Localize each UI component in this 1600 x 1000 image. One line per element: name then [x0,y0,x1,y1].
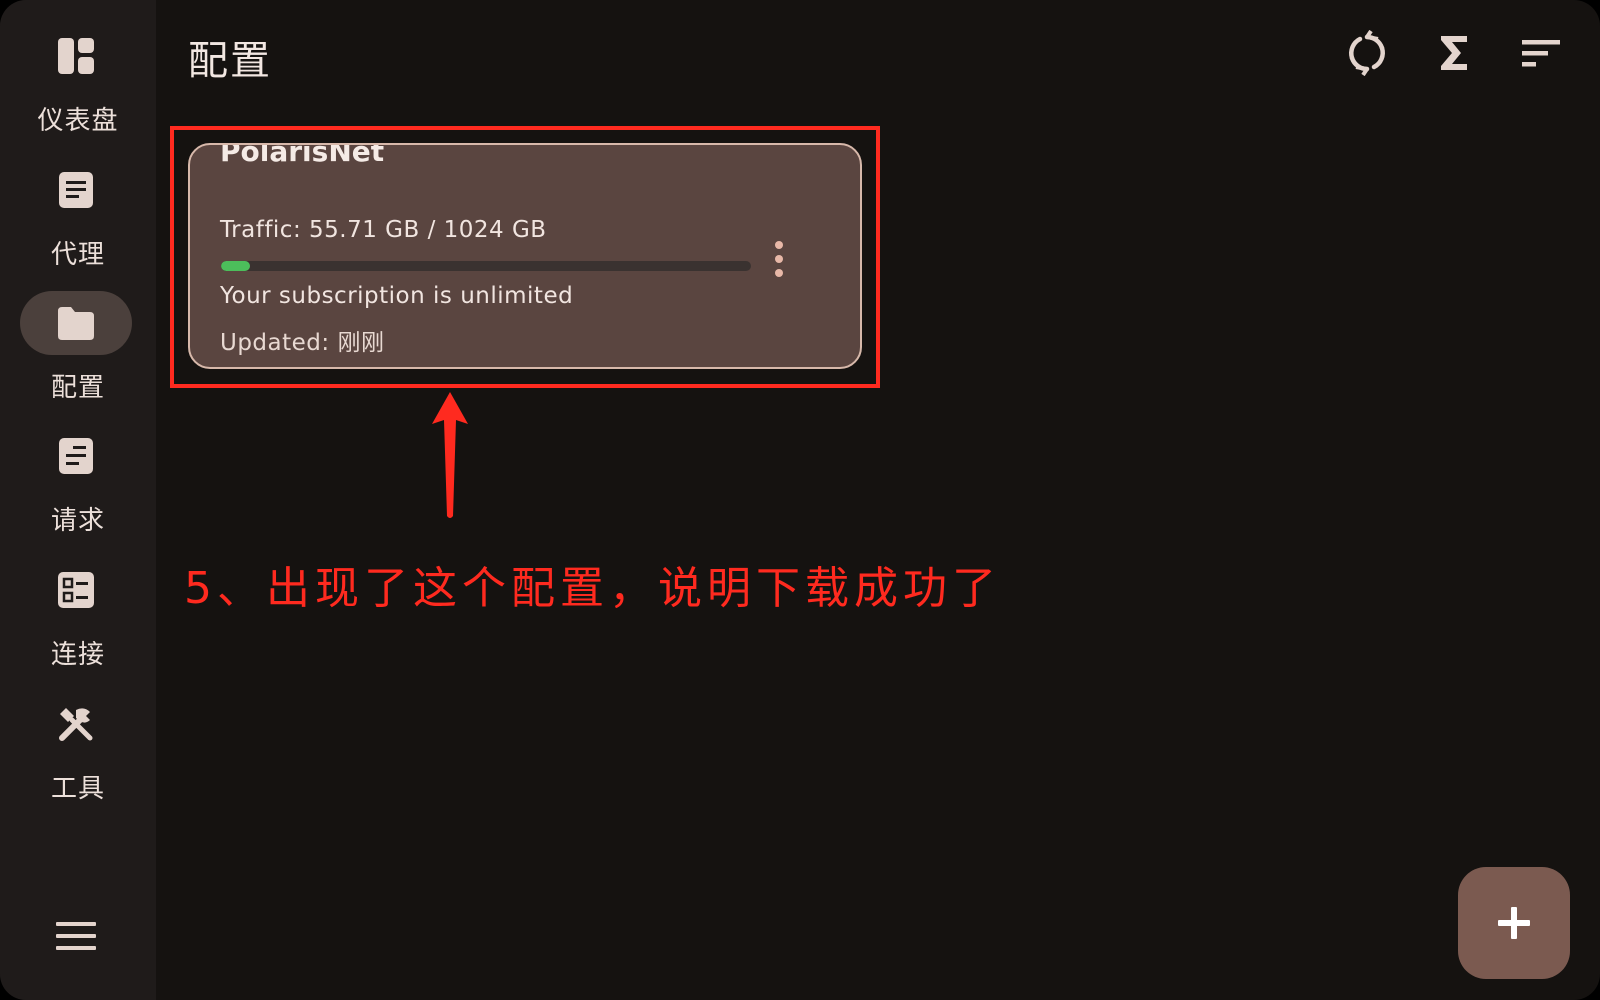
traffic-progress-fill [221,261,250,271]
sidebar-item-proxy[interactable]: 代理 [0,150,156,280]
sidebar-item-label: 请求 [50,506,105,536]
add-profile-button[interactable] [1458,867,1570,979]
folder-icon [58,307,94,340]
updated-text: Updated: 刚刚 [220,330,385,356]
annotation-text: 5、出现了这个配置，说明下载成功了 [184,563,1001,614]
sidebar: 仪表盘 代理 配置 请求 连接 工具 [0,0,156,1000]
page-title: 配置 [188,38,272,84]
tools-icon [59,708,93,741]
connections-icon [58,572,94,608]
more-vertical-icon[interactable] [764,237,794,281]
sort-icon[interactable] [1518,30,1564,76]
sidebar-item-label: 连接 [50,640,105,670]
annotation-arrow-icon [432,392,468,518]
dashboard-icon [58,38,94,74]
sidebar-item-dashboard[interactable]: 仪表盘 [0,16,156,146]
app-window: 仪表盘 代理 配置 请求 连接 工具 配置 PolarisNet Traffic… [0,0,1600,1000]
requests-icon [59,438,93,474]
sidebar-item-label: 仪表盘 [37,106,119,136]
sidebar-item-requests[interactable]: 请求 [0,416,156,546]
sidebar-item-connections[interactable]: 连接 [0,550,156,680]
sidebar-item-label: 工具 [50,774,105,804]
profile-card[interactable]: PolarisNet Traffic: 55.71 GB / 1024 GB Y… [188,143,862,369]
traffic-text: Traffic: 55.71 GB / 1024 GB [220,217,547,243]
document-icon [59,172,93,208]
traffic-progress-bar [221,261,751,271]
menu-icon[interactable] [54,918,98,954]
sidebar-item-tools[interactable]: 工具 [0,684,156,814]
sidebar-item-label: 配置 [50,373,105,403]
sync-icon[interactable] [1344,30,1390,76]
sigma-icon[interactable] [1431,30,1477,76]
subscription-text: Your subscription is unlimited [220,283,574,309]
sidebar-item-label: 代理 [50,240,105,270]
profile-name: PolarisNet [220,143,385,168]
plus-icon [1498,907,1530,939]
sidebar-item-profiles[interactable]: 配置 [0,283,156,413]
